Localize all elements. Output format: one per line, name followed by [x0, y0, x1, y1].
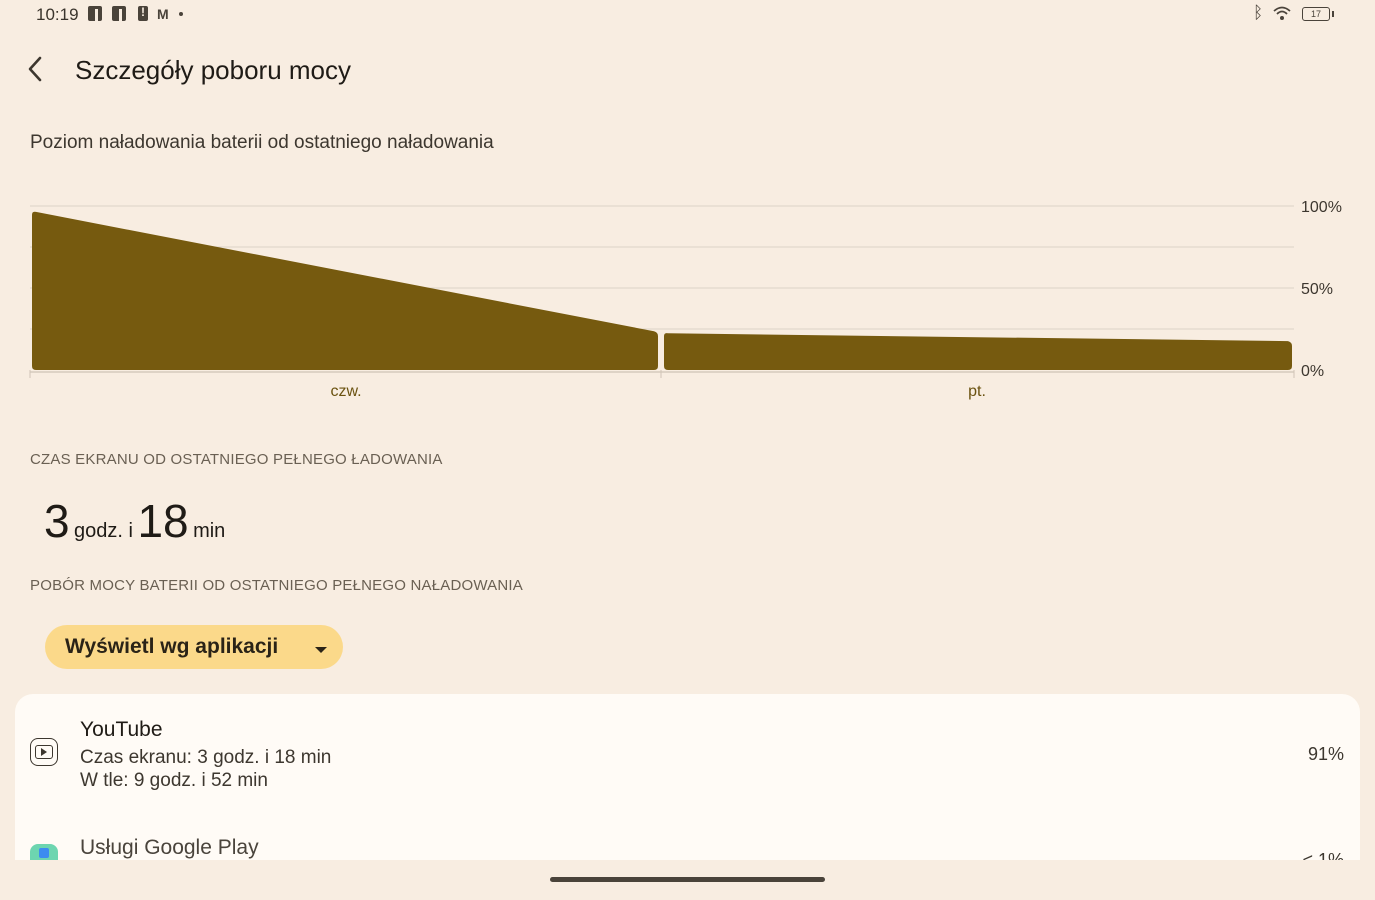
dot-icon: [179, 12, 183, 16]
page-title: Szczegóły poboru mocy: [75, 55, 352, 85]
view-by-dropdown[interactable]: Wyświetl wg aplikacji: [45, 625, 343, 669]
screen-time-hours-unit: godz. i: [74, 520, 133, 542]
app-percent: < 1%: [1302, 850, 1344, 860]
app-screen-time: Czas ekranu: 3 godz. i 18 min: [80, 747, 332, 768]
x-tick-label: pt.: [968, 383, 986, 400]
app-row-youtube[interactable]: YouTube Czas ekranu: 3 godz. i 18 min W …: [15, 694, 1360, 812]
bluetooth-icon: ᛒ: [1253, 3, 1264, 22]
battery-area-segment: [32, 211, 658, 370]
y-tick-label: 0%: [1301, 363, 1324, 380]
app-name: YouTube: [80, 718, 163, 741]
wifi-icon: [1273, 6, 1291, 20]
y-tick-label: 100%: [1301, 199, 1342, 216]
battery-level-chart: 100% 50% 0% czw. pt.: [29, 199, 1342, 400]
gmail-icon: M: [157, 6, 169, 22]
chart-title: Poziom naładowania baterii od ostatniego…: [30, 132, 494, 153]
google-play-services-icon: [30, 844, 58, 860]
back-button[interactable]: [20, 52, 54, 86]
app-row-google-play-services[interactable]: Usługi Google Play < 1%: [15, 812, 1360, 860]
y-tick-label: 50%: [1301, 281, 1333, 298]
usage-header: POBÓR MOCY BATERII OD OSTATNIEGO PEŁNEGO…: [30, 577, 523, 594]
screen-time-header: CZAS EKRANU OD OSTATNIEGO PEŁNEGO ŁADOWA…: [30, 451, 443, 468]
screen-time-hours: 3: [44, 495, 70, 547]
screen-time-minutes-unit: min: [193, 520, 226, 542]
youtube-icon: [30, 738, 58, 766]
alert-icon: [138, 5, 148, 21]
chevron-down-icon: [315, 647, 327, 653]
app-background-time: W tle: 9 godz. i 52 min: [80, 770, 268, 791]
screen-time-minutes: 18: [137, 495, 189, 547]
battery-area-segment: [664, 333, 1292, 370]
facebook-icon: [112, 6, 126, 21]
battery-icon: 17: [1302, 7, 1334, 21]
x-tick-label: czw.: [330, 383, 361, 400]
screen-time-value: 3 godz. i 18 min: [44, 494, 225, 548]
app-usage-list: YouTube Czas ekranu: 3 godz. i 18 min W …: [15, 694, 1360, 860]
navigation-handle[interactable]: [550, 877, 825, 882]
view-by-label: Wyświetl wg aplikacji: [65, 635, 279, 658]
app-name: Usługi Google Play: [80, 836, 259, 859]
facebook-icon: [88, 6, 102, 21]
app-percent: 91%: [1307, 744, 1344, 764]
status-time: 10:19: [36, 5, 79, 24]
